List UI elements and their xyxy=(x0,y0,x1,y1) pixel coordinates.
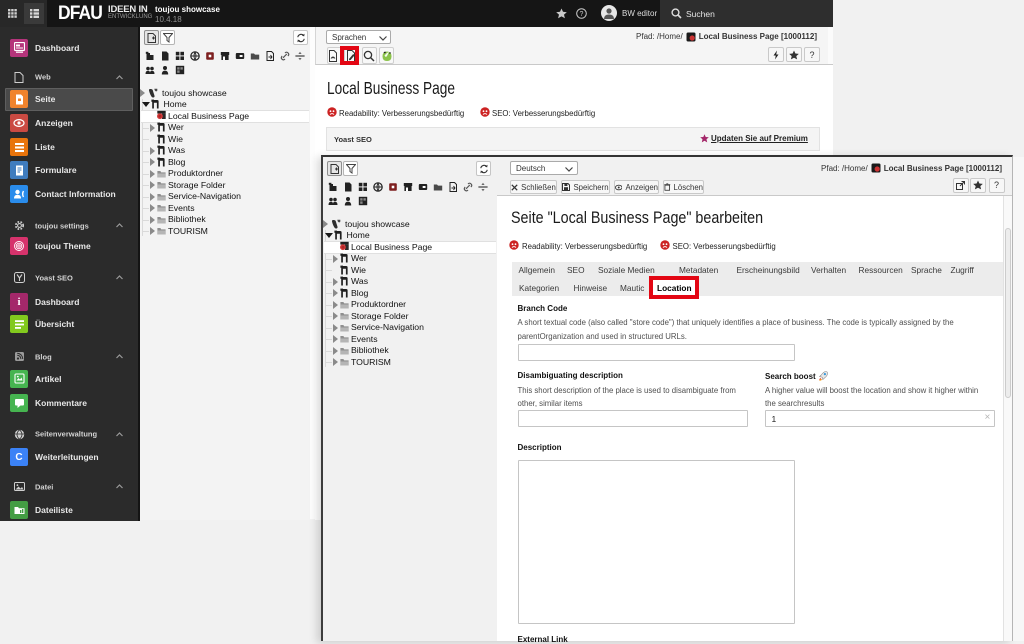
svg-text:?: ? xyxy=(580,11,584,18)
